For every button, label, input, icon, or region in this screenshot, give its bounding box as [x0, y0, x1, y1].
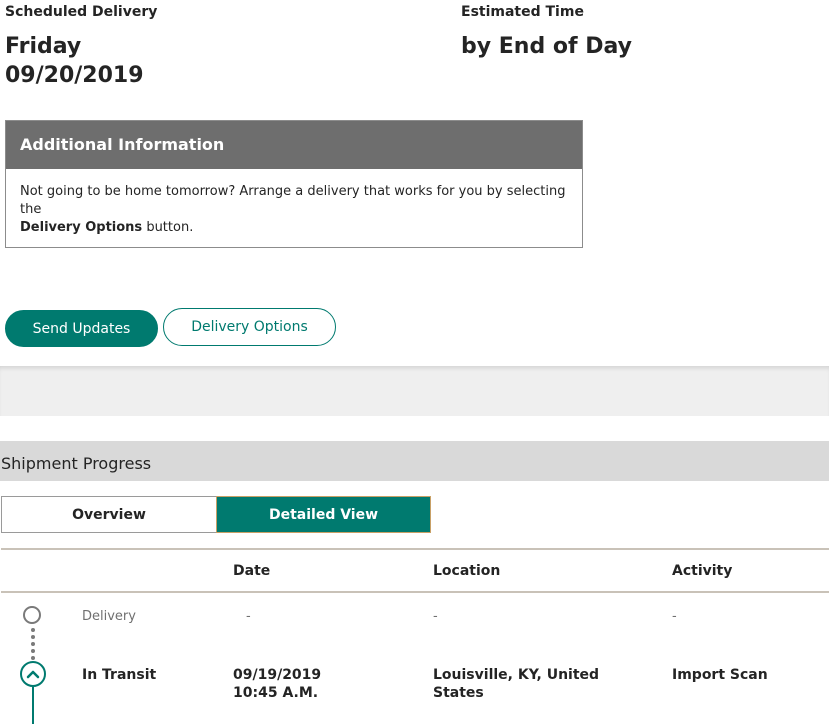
row-transit-status: In Transit — [82, 667, 157, 683]
section-divider-band — [0, 366, 829, 416]
timeline-upcoming-circle-icon — [23, 606, 41, 624]
chevron-up-icon — [26, 670, 40, 679]
estimated-time-value: by End of Day — [461, 34, 632, 59]
column-header-activity: Activity — [672, 563, 733, 579]
shipment-progress-title: Shipment Progress — [1, 454, 152, 473]
row-transit-time-line: 10:45 A.M. — [233, 685, 319, 701]
row-delivery-date: - — [246, 609, 251, 624]
scheduled-delivery-label: Scheduled Delivery — [5, 4, 158, 20]
row-transit-location-line1: Louisville, KY, United — [433, 667, 600, 683]
timeline-dot — [31, 635, 35, 639]
additional-info-text-suffix: button. — [142, 220, 194, 235]
timeline-dot — [31, 642, 35, 646]
row-transit-date: 09/19/2019 10:45 A.M. — [233, 666, 321, 702]
row-transit-activity: Import Scan — [672, 667, 768, 683]
table-header-divider — [1, 591, 829, 593]
row-transit-location-line2: States — [433, 685, 484, 701]
row-delivery-status: Delivery — [82, 609, 136, 624]
delivery-date: 09/20/2019 — [5, 63, 144, 88]
column-header-date: Date — [233, 563, 271, 579]
tab-detailed-view[interactable]: Detailed View — [216, 496, 431, 533]
additional-info-text-prefix: Not going to be home tomorrow? Arrange a… — [20, 184, 566, 217]
tab-overview[interactable]: Overview — [1, 496, 217, 533]
timeline-dot — [31, 649, 35, 653]
column-header-location: Location — [433, 563, 501, 579]
estimated-time-label: Estimated Time — [461, 4, 584, 20]
additional-info-title: Additional Information — [6, 121, 582, 169]
row-transit-date-line: 09/19/2019 — [233, 667, 322, 683]
row-delivery-activity: - — [672, 609, 677, 624]
row-transit-location: Louisville, KY, United States — [433, 666, 599, 702]
row-delivery-location: - — [433, 609, 438, 624]
timeline-current-chevron-up-icon[interactable] — [20, 661, 46, 687]
delivery-options-button[interactable]: Delivery Options — [163, 308, 336, 346]
additional-info-panel: Additional Information Not going to be h… — [5, 120, 583, 248]
timeline-dot — [31, 656, 35, 660]
additional-info-text: Not going to be home tomorrow? Arrange a… — [6, 169, 582, 237]
timeline-progress-line — [32, 687, 34, 724]
table-top-divider — [1, 548, 829, 550]
additional-info-text-bold: Delivery Options — [20, 220, 143, 235]
timeline-dot — [31, 628, 35, 632]
shipment-progress-header: Shipment Progress — [0, 441, 829, 481]
send-updates-button[interactable]: Send Updates — [5, 310, 158, 347]
delivery-day: Friday — [5, 34, 82, 59]
